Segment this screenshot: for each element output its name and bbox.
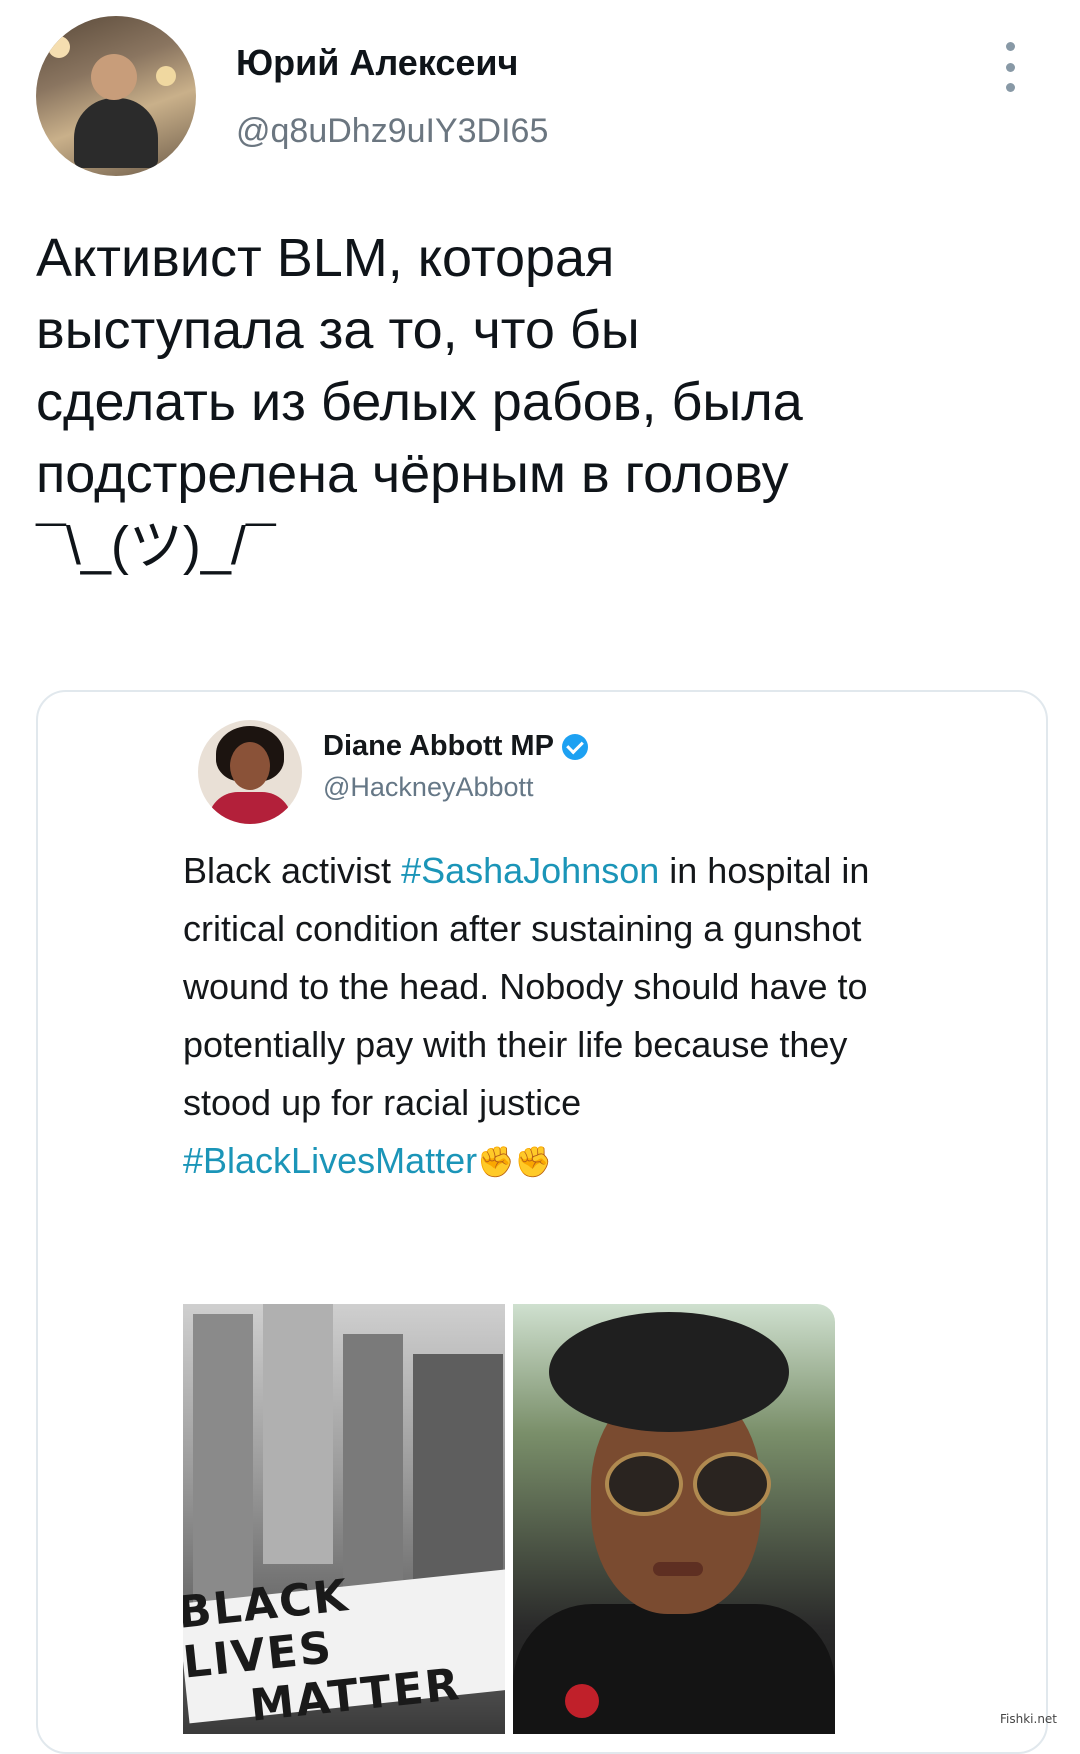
quoted-author-name: Diane Abbott MP (323, 730, 554, 762)
more-options-icon[interactable] (998, 42, 1022, 92)
author-handle[interactable]: @q8uDhz9uIY3DI65 (236, 112, 548, 151)
embedded-screenshot-card[interactable]: Diane Abbott MP @HackneyAbbott Black act… (36, 690, 1048, 1754)
avatar-lamp (48, 36, 70, 58)
quoted-text-part: Black activist (183, 850, 402, 891)
avatar-person-body (74, 98, 158, 168)
avatar-lamp (156, 66, 176, 86)
tweet-text: Активист BLM, которая выступала за то, ч… (36, 228, 803, 576)
hashtag-link: #SashaJohnson (401, 850, 660, 891)
author-avatar[interactable] (36, 16, 196, 176)
quoted-tweet-text: Black activist #SashaJohnson in hospital… (183, 842, 883, 1192)
tweet-header: Юрий Алексеич @q8uDhz9uIY3DI65 (36, 16, 1046, 176)
quoted-author-handle: @HackneyAbbott (323, 772, 534, 802)
hashtag-link: #BlackLivesMatter (183, 1140, 478, 1181)
sunglasses-icon (605, 1452, 683, 1516)
watermark: Fishki.net (1000, 1712, 1058, 1726)
protest-photo: BLACK LIVES MATTER (183, 1304, 505, 1734)
activist-portrait-photo (513, 1304, 835, 1734)
verified-badge-icon (561, 733, 588, 760)
avatar-person-head (91, 54, 137, 100)
quoted-author-avatar (198, 720, 302, 824)
author-display-name[interactable]: Юрий Алексеич (236, 42, 518, 84)
quoted-author-name-row: Diane Abbott MP (323, 730, 588, 763)
protest-banner: BLACK LIVES MATTER (183, 1568, 505, 1732)
raised-fist-icon: ✊✊ (477, 1146, 552, 1180)
